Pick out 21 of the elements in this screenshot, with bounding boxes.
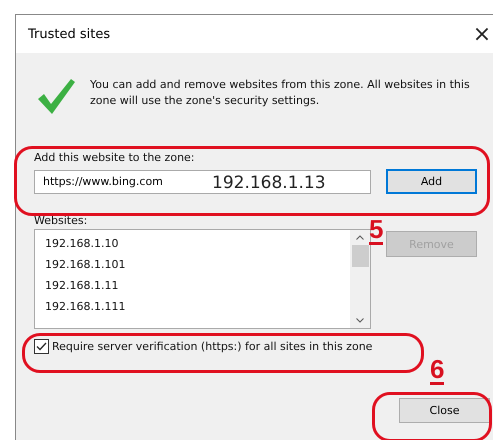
checkmark-icon [36,77,76,115]
scroll-up-icon[interactable] [356,235,364,240]
website-item[interactable]: 192.168.1.101 [45,254,350,275]
website-item[interactable]: 192.168.1.11 [45,275,350,296]
websites-label: Websites: [34,214,88,227]
step-number: 5 [369,216,384,245]
close-button[interactable]: × [470,22,493,46]
scroll-down-icon[interactable] [356,318,364,323]
checkbox[interactable] [34,339,49,354]
add-button[interactable]: Add [386,169,477,194]
close-dialog-button[interactable]: Close [399,398,490,423]
annotation-text: 192.168.1.13 [212,173,326,193]
checkbox-label: Require server verification (https:) for all sites in this zone [52,340,372,353]
scrollbar[interactable] [350,230,370,328]
website-item[interactable]: 192.168.1.111 [45,296,350,317]
info-message: You can add and remove websites from this zone. All websites in this zone will use the zone's security settings. [90,77,471,109]
website-item[interactable]: 192.168.1.10 [45,233,350,254]
step-number: 6 [430,356,444,385]
window-title: Trusted sites [28,26,110,42]
add-website-label: Add this website to the zone: [34,151,195,164]
scrollbar-thumb[interactable] [352,245,368,267]
